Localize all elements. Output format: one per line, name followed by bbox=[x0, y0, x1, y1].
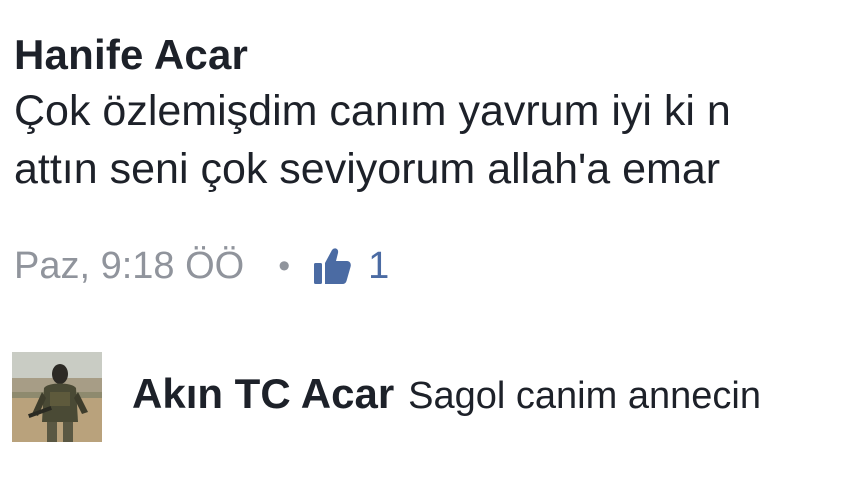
comment-text-line-1: Çok özlemişdim canım yavrum iyi ki n bbox=[14, 87, 731, 135]
reply-content: Akın TC Acar Sagol canim annecin bbox=[132, 370, 860, 418]
comment: Hanife Acar Çok özlemişdim canım yavrum … bbox=[14, 28, 860, 198]
thumbs-up-icon[interactable] bbox=[312, 246, 352, 286]
reply-author[interactable]: Akın TC Acar bbox=[132, 370, 394, 417]
reply: Akın TC Acar Sagol canim annecin bbox=[12, 352, 860, 444]
meta-separator: • bbox=[278, 246, 291, 285]
comment-meta: Paz, 9:18 ÖÖ • 1 bbox=[14, 240, 389, 292]
avatar[interactable] bbox=[12, 352, 102, 442]
like-count[interactable]: 1 bbox=[368, 245, 389, 288]
reply-text: Sagol canim annecin bbox=[408, 375, 761, 417]
comment-text-line-2: attın seni çok seviyorum allah'a emar bbox=[14, 145, 721, 193]
comment-author[interactable]: Hanife Acar bbox=[14, 28, 860, 82]
comment-timestamp[interactable]: Paz, 9:18 ÖÖ bbox=[14, 245, 244, 288]
